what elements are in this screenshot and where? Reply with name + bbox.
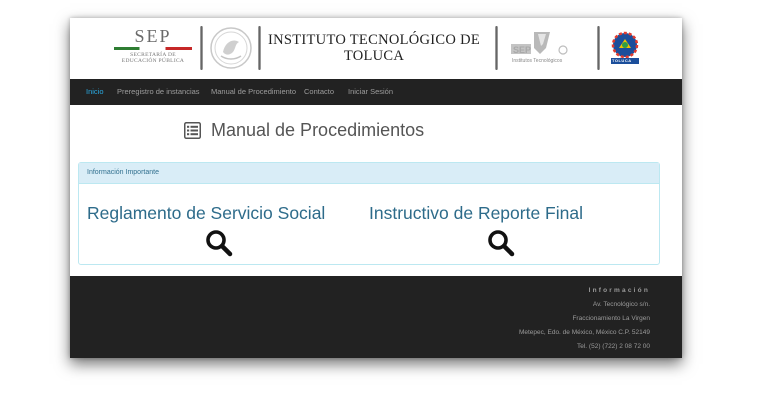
sep-logo-line2: EDUCACIÓN PÚBLICA — [121, 58, 185, 64]
sep-flag-bar — [114, 47, 192, 50]
nav-contacto[interactable]: Contacto — [304, 79, 334, 105]
tecnm-sep-label: SEP — [513, 45, 532, 55]
toluca-logo-text: TOLUCA — [612, 58, 632, 63]
tecnm-caption: Institutos Tecnológicos — [512, 58, 563, 64]
header-divider — [495, 26, 498, 70]
main-nav: Inicio Preregistro de instancias Manual … — [70, 79, 682, 105]
footer-address-line: Av. Tecnológico s/n. — [592, 301, 650, 308]
page-title-text: Manual de Procedimientos — [211, 119, 425, 140]
list-alt-icon — [184, 121, 201, 139]
panel-heading: Información Importante — [79, 163, 659, 184]
footer-phone: Tel. (52) (722) 2 08 72 00 — [577, 343, 650, 350]
instructivo-link[interactable]: Instructivo de Reporte Final — [369, 203, 583, 224]
nav-manual[interactable]: Manual de Procedimiento — [211, 79, 296, 105]
search-icon[interactable] — [487, 229, 515, 257]
page-title: Manual de Procedimientos — [184, 118, 424, 142]
coat-of-arms-icon — [210, 27, 252, 69]
nav-iniciar-sesion[interactable]: Iniciar Sesión — [348, 79, 393, 105]
header-divider — [258, 26, 261, 70]
header-divider — [200, 26, 203, 70]
institute-title: INSTITUTO TECNOLÓGICO DE TOLUCA — [267, 32, 481, 64]
footer-address-line: Fraccionamiento La Virgen — [572, 315, 650, 322]
sep-logo[interactable]: SEP SECRETARÍA DE EDUCACIÓN PÚBLICA — [108, 27, 198, 69]
nav-inicio[interactable]: Inicio — [86, 79, 104, 105]
footer-heading: Información — [588, 287, 650, 294]
footer-address-line: Metepec, Edo. de México, México C.P. 521… — [518, 329, 650, 336]
browser-page: SEP SECRETARÍA DE EDUCACIÓN PÚBLICA INST… — [70, 18, 682, 358]
site-footer: Información Av. Tecnológico s/n. Fraccio… — [70, 276, 682, 358]
sep-logo-title: SEP — [134, 26, 172, 46]
nav-preregistro[interactable]: Preregistro de instancias — [117, 79, 200, 105]
reglamento-link[interactable]: Reglamento de Servicio Social — [87, 203, 325, 224]
header-divider — [597, 26, 600, 70]
info-panel: Información Importante Reglamento de Ser… — [78, 162, 660, 265]
search-icon[interactable] — [205, 229, 233, 257]
site-header: SEP SECRETARÍA DE EDUCACIÓN PÚBLICA INST… — [70, 18, 682, 79]
